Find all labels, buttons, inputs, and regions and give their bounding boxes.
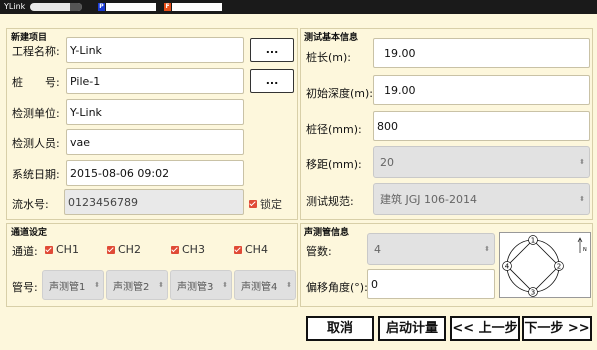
tube-info-title: 声测管信息 xyxy=(304,228,350,238)
spinner-arrows-icon: ⬍ xyxy=(579,195,585,203)
tube-1-label: 1 xyxy=(531,237,535,245)
serial-input[interactable]: 0123456789 xyxy=(64,189,244,215)
project-name-label: 工程名称: xyxy=(12,45,60,58)
spacing-label: 移距(mm): xyxy=(306,158,362,171)
tube-layout-diagram: 1 2 3 4 N xyxy=(499,232,591,298)
ch4-label: CH4 xyxy=(245,243,268,256)
checkbox-check-icon xyxy=(171,245,179,254)
tube-2-label: 2 xyxy=(557,263,561,271)
tube-select-1-value: 声测管1 xyxy=(49,281,86,293)
tube-count-label: 管数: xyxy=(306,245,332,258)
standard-select[interactable]: 建筑 JGJ 106-2014 ⬍ xyxy=(373,183,590,215)
ch1-checkbox[interactable]: CH1 xyxy=(45,243,79,256)
pile-length-input[interactable]: 19.00 xyxy=(373,38,590,68)
spacing-select[interactable]: 20 ⬍ xyxy=(373,146,590,178)
offset-angle-input[interactable]: 0 xyxy=(367,269,495,299)
inspector-input[interactable]: vae xyxy=(66,129,244,155)
system-date-input[interactable]: 2015-08-06 09:02 xyxy=(66,160,244,186)
ch1-label: CH1 xyxy=(56,243,79,256)
tube-count-value: 4 xyxy=(374,242,381,256)
inspector-label: 检测人员: xyxy=(12,137,60,150)
spinner-arrows-icon: ⬍ xyxy=(286,281,292,289)
spinner-arrows-icon: ⬍ xyxy=(222,281,228,289)
pile-length-label: 桩长(m): xyxy=(306,51,352,64)
tube-select-3[interactable]: 声测管3 ⬍ xyxy=(170,270,232,300)
ch2-label: CH2 xyxy=(118,243,141,256)
lock-label: 锁定 xyxy=(260,198,282,211)
checkbox-check-icon xyxy=(234,245,242,254)
inspect-unit-input[interactable]: Y-Link xyxy=(66,99,244,125)
tube-label: 管号: xyxy=(12,281,38,294)
pile-no-browse-button[interactable]: ... xyxy=(250,69,294,93)
spinner-arrows-icon: ⬍ xyxy=(484,245,490,253)
app-name: YLink xyxy=(4,2,26,11)
serial-label: 流水号: xyxy=(12,198,49,211)
pile-no-input[interactable]: Pile-1 xyxy=(66,68,244,94)
battery-indicator xyxy=(30,3,82,11)
tube-3-label: 3 xyxy=(531,289,535,297)
checkbox-check-icon xyxy=(107,245,115,254)
ch2-checkbox[interactable]: CH2 xyxy=(107,243,141,256)
ch3-label: CH3 xyxy=(182,243,205,256)
checkbox-check-icon xyxy=(45,245,53,254)
standard-value: 建筑 JGJ 106-2014 xyxy=(380,193,477,206)
start-measure-button[interactable]: 启动计量 xyxy=(378,316,446,341)
channel-setup-title: 通道设定 xyxy=(11,228,48,238)
project-name-input[interactable]: Y-Link xyxy=(66,37,244,63)
north-label: N xyxy=(583,247,587,253)
standard-label: 测试规范: xyxy=(306,195,354,208)
tube-select-2-value: 声测管2 xyxy=(113,281,150,293)
f-level-bar xyxy=(172,3,222,11)
inspect-unit-label: 检测单位: xyxy=(12,107,60,120)
tube-select-4[interactable]: 声测管4 ⬍ xyxy=(234,270,296,300)
ch4-checkbox[interactable]: CH4 xyxy=(234,243,268,256)
spacing-value: 20 xyxy=(380,155,394,169)
tube-select-2[interactable]: 声测管2 ⬍ xyxy=(106,270,168,300)
spinner-arrows-icon: ⬍ xyxy=(94,281,100,289)
tube-count-select[interactable]: 4 ⬍ xyxy=(367,233,495,265)
pile-diameter-label: 桩径(mm): xyxy=(306,123,362,136)
tube-select-4-value: 声测管4 xyxy=(241,281,278,293)
lock-checkbox[interactable]: 锁定 xyxy=(249,196,282,212)
tube-select-1[interactable]: 声测管1 ⬍ xyxy=(42,270,104,300)
pile-diameter-input[interactable]: 800 xyxy=(373,111,590,141)
init-depth-label: 初始深度(m): xyxy=(306,87,374,100)
spinner-arrows-icon: ⬍ xyxy=(158,281,164,289)
new-project-title: 新建项目 xyxy=(11,33,48,43)
tube-4-label: 4 xyxy=(505,263,510,271)
ch3-checkbox[interactable]: CH3 xyxy=(171,243,205,256)
init-depth-input[interactable]: 19.00 xyxy=(373,75,590,105)
pile-no-label: 桩 号: xyxy=(12,76,60,89)
checkbox-check-icon xyxy=(249,200,257,208)
cancel-button[interactable]: 取消 xyxy=(306,316,374,341)
p-tag: P xyxy=(98,3,105,11)
status-bar: YLink P F xyxy=(0,0,597,14)
channel-label: 通道: xyxy=(12,245,38,258)
offset-angle-label: 偏移角度(°): xyxy=(306,281,368,294)
tube-select-3-value: 声测管3 xyxy=(177,281,214,293)
next-step-button[interactable]: 下一步 >> xyxy=(522,316,592,341)
test-basic-title: 测试基本信息 xyxy=(304,33,359,43)
p-level-bar xyxy=(106,3,156,11)
f-tag: F xyxy=(164,3,171,11)
spinner-arrows-icon: ⬍ xyxy=(579,158,585,166)
system-date-label: 系统日期: xyxy=(12,168,60,181)
prev-step-button[interactable]: << 上一步 xyxy=(450,316,520,341)
project-name-browse-button[interactable]: ... xyxy=(250,38,294,62)
